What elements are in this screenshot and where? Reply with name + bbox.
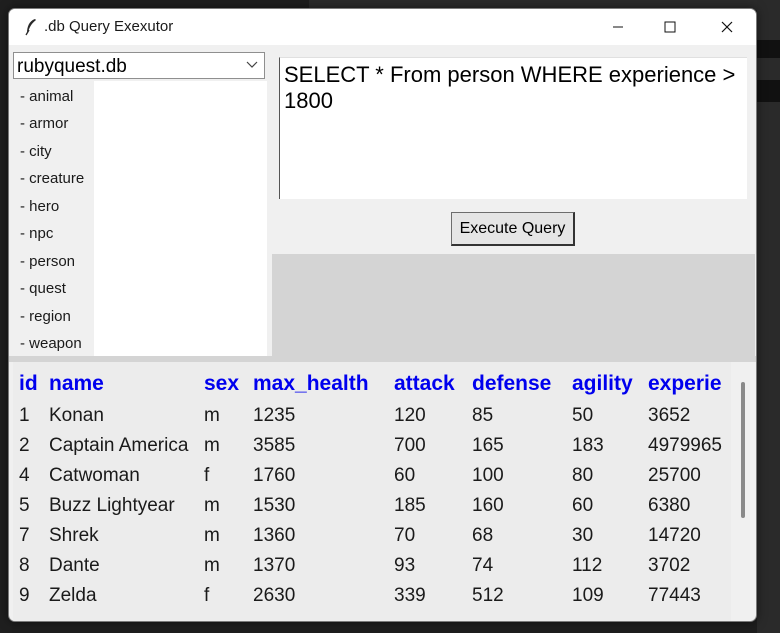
column-header-id: id — [19, 372, 38, 395]
cell-max-health: 1760 — [253, 465, 296, 486]
maximize-button[interactable] — [642, 9, 698, 45]
cell-experience: 3702 — [648, 555, 691, 576]
spacer-panel — [272, 254, 755, 356]
cell-id: 2 — [19, 435, 30, 456]
cell-defense: 160 — [472, 495, 504, 516]
cell-agility: 60 — [572, 495, 594, 516]
cell-id: 4 — [19, 465, 30, 486]
cell-attack: 70 — [394, 525, 416, 546]
cell-max-health: 1360 — [253, 525, 296, 546]
results-table: id name sex max_health attack defense ag… — [13, 362, 732, 621]
cell-name: Captain America — [49, 435, 189, 456]
cell-sex: m — [204, 555, 220, 576]
table-item-weapon[interactable]: - weapon — [20, 335, 82, 352]
cell-experience: 14720 — [648, 525, 701, 546]
cell-name: Buzz Lightyear — [49, 495, 175, 516]
cell-experience: 77443 — [648, 585, 701, 606]
minimize-icon — [613, 26, 623, 28]
column-header-experience: experie — [648, 372, 722, 395]
database-select[interactable]: rubyquest.db — [13, 52, 265, 79]
table-list[interactable]: - animal - armor - city - creature - her… — [13, 81, 267, 356]
column-header-sex: sex — [204, 372, 240, 395]
table-item-quest[interactable]: - quest — [20, 280, 66, 297]
cell-agility: 112 — [572, 555, 603, 576]
cell-max-health: 1370 — [253, 555, 296, 576]
column-header-attack: attack — [394, 372, 455, 395]
results-scrollbar-thumb[interactable] — [741, 382, 745, 518]
cell-defense: 100 — [472, 465, 504, 486]
cell-name: Catwoman — [49, 465, 140, 486]
minimize-button[interactable] — [590, 9, 646, 45]
cell-attack: 120 — [394, 405, 426, 426]
cell-name: Konan — [49, 405, 104, 426]
database-select-value: rubyquest.db — [17, 56, 127, 77]
cell-defense: 68 — [472, 525, 494, 546]
cell-defense: 85 — [472, 405, 494, 426]
cell-attack: 185 — [394, 495, 426, 516]
cell-defense: 165 — [472, 435, 504, 456]
column-header-max-health: max_health — [253, 372, 369, 395]
table-item-armor[interactable]: - armor — [20, 115, 68, 132]
cell-name: Zelda — [49, 585, 97, 606]
cell-defense: 512 — [472, 585, 504, 606]
cell-id: 8 — [19, 555, 30, 576]
cell-id: 7 — [19, 525, 30, 546]
cell-attack: 60 — [394, 465, 416, 486]
cell-id: 5 — [19, 495, 30, 516]
feather-icon — [25, 19, 36, 36]
cell-attack: 339 — [394, 585, 426, 606]
cell-agility: 30 — [572, 525, 594, 546]
cell-id: 9 — [19, 585, 30, 606]
column-header-name: name — [49, 372, 104, 395]
query-textarea[interactable]: SELECT * From person WHERE experience > … — [279, 57, 747, 199]
close-button[interactable] — [699, 9, 755, 45]
query-executor-window: .db Query Exexutor rubyquest.db - animal… — [8, 8, 757, 622]
table-item-npc[interactable]: - npc — [20, 225, 53, 242]
background-code-glyphs — [0, 0, 12, 6]
table-list-column: - animal - armor - city - creature - her… — [13, 81, 94, 356]
table-item-hero[interactable]: - hero — [20, 198, 59, 215]
cell-agility: 80 — [572, 465, 594, 486]
cell-sex: f — [204, 465, 210, 486]
cell-attack: 93 — [394, 555, 416, 576]
cell-sex: m — [204, 405, 220, 426]
column-header-defense: defense — [472, 372, 552, 395]
table-item-city[interactable]: - city — [20, 143, 52, 160]
window-title: .db Query Exexutor — [44, 18, 174, 35]
cell-experience: 4979965 — [648, 435, 722, 456]
table-item-animal[interactable]: - animal — [20, 88, 73, 105]
cell-max-health: 3585 — [253, 435, 296, 456]
column-header-agility: agility — [572, 372, 633, 395]
maximize-icon — [664, 21, 676, 33]
execute-query-button[interactable]: Execute Query — [451, 212, 575, 246]
cell-defense: 74 — [472, 555, 494, 576]
chevron-down-icon[interactable] — [246, 61, 258, 69]
cell-attack: 700 — [394, 435, 426, 456]
table-item-person[interactable]: - person — [20, 253, 75, 270]
title-bar[interactable]: .db Query Exexutor — [9, 9, 756, 45]
cell-sex: m — [204, 435, 220, 456]
background-panel — [757, 0, 780, 633]
cell-name: Dante — [49, 555, 100, 576]
cell-id: 1 — [19, 405, 30, 426]
cell-max-health: 2630 — [253, 585, 296, 606]
table-item-creature[interactable]: - creature — [20, 170, 84, 187]
cell-sex: f — [204, 585, 210, 606]
cell-sex: m — [204, 495, 220, 516]
query-text: SELECT * From person WHERE experience > … — [284, 62, 736, 113]
cell-agility: 109 — [572, 585, 604, 606]
cell-agility: 183 — [572, 435, 604, 456]
cell-max-health: 1530 — [253, 495, 296, 516]
table-item-region[interactable]: - region — [20, 308, 71, 325]
close-icon — [721, 21, 733, 33]
cell-experience: 6380 — [648, 495, 691, 516]
cell-sex: m — [204, 525, 220, 546]
cell-experience: 25700 — [648, 465, 701, 486]
cell-agility: 50 — [572, 405, 594, 426]
cell-name: Shrek — [49, 525, 99, 546]
cell-experience: 3652 — [648, 405, 691, 426]
cell-max-health: 1235 — [253, 405, 296, 426]
